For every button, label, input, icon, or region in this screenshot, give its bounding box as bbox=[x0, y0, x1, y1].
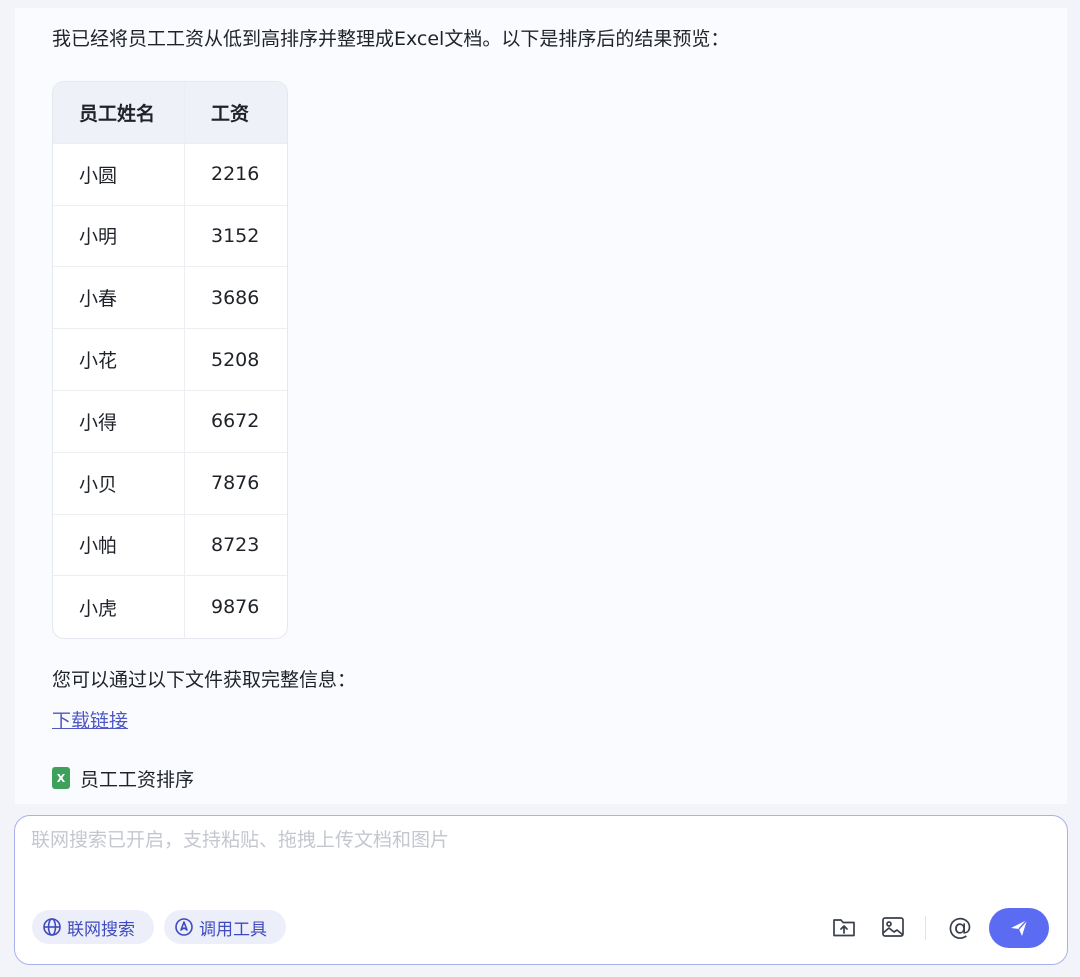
image-icon bbox=[882, 917, 904, 937]
call-tools-label: 调用工具 bbox=[199, 919, 267, 940]
employee-name-cell: 小帕 bbox=[53, 514, 185, 577]
folder-upload-icon bbox=[833, 919, 855, 937]
message-intro: 我已经将员工工资从低到高排序并整理成Excel文档。以下是排序后的结果预览： bbox=[52, 28, 730, 50]
excel-file-icon: X bbox=[52, 767, 70, 789]
table-row: 小明 3152 bbox=[53, 205, 287, 268]
message-composer: 联网搜索 调用工具 @ bbox=[14, 815, 1068, 965]
employee-name-cell: 小虎 bbox=[53, 576, 185, 639]
salary-cell: 9876 bbox=[211, 596, 260, 619]
web-search-label: 联网搜索 bbox=[67, 919, 135, 940]
employee-name-cell: 小圆 bbox=[53, 143, 185, 206]
send-button[interactable] bbox=[989, 908, 1049, 948]
table-header-row: 员工姓名 工资 bbox=[53, 82, 287, 144]
upload-file-button[interactable] bbox=[829, 912, 859, 942]
employee-name-cell: 小春 bbox=[53, 267, 185, 330]
employee-name-cell: 小贝 bbox=[53, 452, 185, 515]
table-row: 小花 5208 bbox=[53, 329, 287, 391]
access-text: 您可以通过以下文件获取完整信息： bbox=[52, 669, 357, 691]
salary-table: 员工姓名 工资 小圆 2216 小明 3152 小春 3686 小花 5208 bbox=[52, 81, 288, 640]
employee-name-cell: 小得 bbox=[53, 390, 185, 453]
table-row: 小贝 7876 bbox=[53, 452, 287, 515]
table-row: 小帕 8723 bbox=[53, 514, 287, 577]
upload-image-button[interactable] bbox=[878, 912, 908, 942]
employee-name-cell: 小花 bbox=[53, 329, 185, 391]
send-icon bbox=[1011, 919, 1028, 936]
chat-message-panel: 我已经将员工工资从低到高排序并整理成Excel文档。以下是排序后的结果预览： 员… bbox=[15, 8, 1067, 804]
file-name: 员工工资排序 bbox=[80, 768, 195, 791]
file-attachment[interactable]: X 员工工资排序 bbox=[52, 764, 194, 792]
salary-cell: 3686 bbox=[185, 267, 287, 330]
column-header-name: 员工姓名 bbox=[53, 82, 185, 144]
download-link[interactable]: 下载链接 bbox=[52, 707, 128, 735]
mention-button[interactable]: @ bbox=[945, 912, 975, 942]
salary-cell: 2216 bbox=[185, 144, 287, 206]
toolbar-divider bbox=[925, 916, 926, 940]
table-row: 小春 3686 bbox=[53, 267, 287, 330]
call-tools-button[interactable]: 调用工具 bbox=[164, 910, 286, 944]
salary-cell: 3152 bbox=[185, 206, 287, 268]
column-header-salary: 工资 bbox=[185, 82, 287, 144]
salary-cell: 6672 bbox=[185, 391, 287, 453]
table-row: 小得 6672 bbox=[53, 390, 287, 453]
message-input[interactable] bbox=[31, 826, 1041, 886]
web-search-toggle[interactable]: 联网搜索 bbox=[32, 910, 154, 944]
employee-name-cell: 小明 bbox=[53, 205, 185, 268]
salary-cell: 8723 bbox=[185, 515, 287, 577]
salary-cell: 7876 bbox=[185, 453, 287, 515]
table-row: 小圆 2216 bbox=[53, 143, 287, 206]
salary-cell: 5208 bbox=[185, 329, 287, 391]
tools-icon bbox=[175, 918, 193, 936]
table-row: 小虎 9876 bbox=[53, 576, 287, 639]
globe-icon bbox=[43, 918, 61, 936]
